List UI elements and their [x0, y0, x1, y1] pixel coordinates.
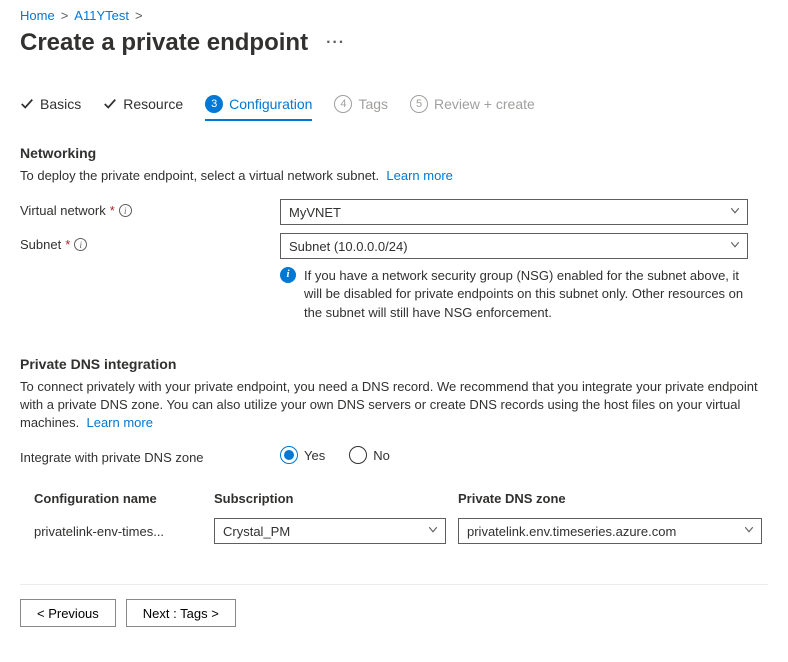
vnet-label-text: Virtual network	[20, 203, 106, 218]
info-icon: i	[280, 267, 296, 283]
dns-learn-more-link[interactable]: Learn more	[86, 415, 152, 430]
networking-desc: To deploy the private endpoint, select a…	[20, 167, 768, 185]
tab-resource[interactable]: Resource	[103, 96, 183, 118]
radio-icon	[280, 446, 298, 464]
next-button[interactable]: Next : Tags >	[126, 599, 236, 627]
tab-review-create[interactable]: 5 Review + create	[410, 95, 535, 119]
tab-label: Review + create	[434, 96, 535, 112]
subscription-select[interactable]: Crystal_PM	[214, 518, 446, 544]
networking-learn-more-link[interactable]: Learn more	[386, 168, 452, 183]
radio-yes[interactable]: Yes	[280, 446, 325, 464]
col-dns-zone: Private DNS zone	[458, 491, 762, 506]
breadcrumb-home[interactable]: Home	[20, 8, 55, 23]
vnet-select[interactable]: MyVNET	[280, 199, 748, 225]
table-header-row: Configuration name Subscription Private …	[20, 485, 768, 514]
subnet-label-text: Subnet	[20, 237, 61, 252]
wizard-tabs: Basics Resource 3 Configuration 4 Tags 5…	[20, 95, 768, 119]
dns-heading: Private DNS integration	[20, 356, 768, 372]
radio-no[interactable]: No	[349, 446, 390, 464]
previous-button[interactable]: < Previous	[20, 599, 116, 627]
chevron-down-icon	[729, 205, 741, 220]
breadcrumb-a11ytest[interactable]: A11YTest	[74, 8, 129, 23]
networking-desc-text: To deploy the private endpoint, select a…	[20, 168, 379, 183]
nsg-note: i If you have a network security group (…	[280, 267, 748, 322]
integrate-label-text: Integrate with private DNS zone	[20, 450, 204, 465]
tab-label: Tags	[358, 96, 388, 112]
more-actions-icon[interactable]: ···	[322, 34, 349, 52]
col-subscription: Subscription	[214, 491, 458, 506]
vnet-label: Virtual network * i	[20, 199, 280, 218]
check-icon	[20, 97, 34, 111]
chevron-down-icon	[427, 524, 439, 539]
dns-table: Configuration name Subscription Private …	[20, 485, 768, 548]
radio-no-label: No	[373, 448, 390, 463]
breadcrumb: Home > A11YTest >	[20, 8, 768, 23]
info-icon[interactable]: i	[119, 204, 132, 217]
dns-zone-select[interactable]: privatelink.env.timeseries.azure.com	[458, 518, 762, 544]
config-name-value: privatelink-env-times...	[34, 524, 214, 539]
networking-heading: Networking	[20, 145, 768, 161]
subnet-label: Subnet * i	[20, 233, 280, 252]
required-icon: *	[110, 203, 115, 218]
chevron-right-icon: >	[61, 8, 69, 23]
tab-label: Resource	[123, 96, 183, 112]
integrate-label: Integrate with private DNS zone	[20, 446, 280, 465]
col-config-name: Configuration name	[34, 491, 214, 506]
required-icon: *	[65, 237, 70, 252]
page-title-text: Create a private endpoint	[20, 29, 308, 57]
page-title: Create a private endpoint ···	[20, 29, 768, 57]
tab-configuration[interactable]: 3 Configuration	[205, 95, 312, 119]
radio-yes-label: Yes	[304, 448, 325, 463]
wizard-footer: < Previous Next : Tags >	[20, 584, 768, 641]
step-number-icon: 5	[410, 95, 428, 113]
table-row: privatelink-env-times... Crystal_PM priv…	[20, 514, 768, 548]
chevron-down-icon	[729, 239, 741, 254]
chevron-right-icon: >	[135, 8, 143, 23]
subnet-select[interactable]: Subnet (10.0.0.0/24)	[280, 233, 748, 259]
vnet-value: MyVNET	[289, 205, 341, 220]
tab-label: Basics	[40, 96, 81, 112]
tab-tags[interactable]: 4 Tags	[334, 95, 388, 119]
info-icon[interactable]: i	[74, 238, 87, 251]
step-number-icon: 4	[334, 95, 352, 113]
tab-basics[interactable]: Basics	[20, 96, 81, 118]
radio-icon	[349, 446, 367, 464]
dns-desc: To connect privately with your private e…	[20, 378, 768, 433]
dns-zone-value: privatelink.env.timeseries.azure.com	[467, 524, 676, 539]
nsg-note-text: If you have a network security group (NS…	[304, 267, 748, 322]
step-number-icon: 3	[205, 95, 223, 113]
integrate-radio-group: Yes No	[280, 446, 748, 464]
chevron-down-icon	[743, 524, 755, 539]
subscription-value: Crystal_PM	[223, 524, 290, 539]
check-icon	[103, 97, 117, 111]
subnet-value: Subnet (10.0.0.0/24)	[289, 239, 408, 254]
tab-label: Configuration	[229, 96, 312, 112]
